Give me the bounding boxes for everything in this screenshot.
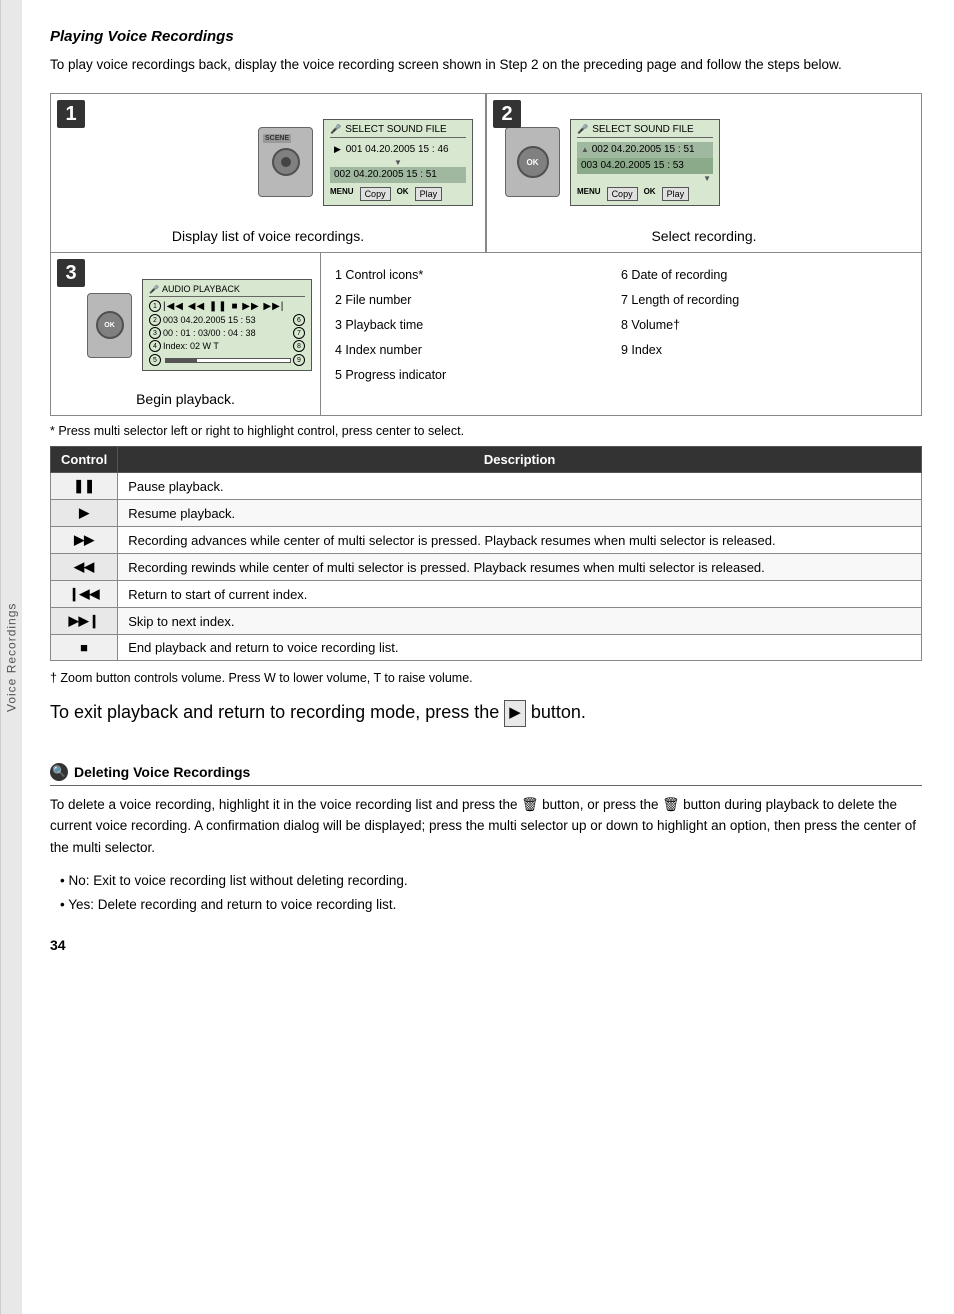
table-desc-7: End playback and return to voice recordi… xyxy=(118,635,922,661)
table-control-4: ◀◀ xyxy=(51,554,118,581)
step-2-number: 2 xyxy=(493,100,521,128)
marker-5: 5 xyxy=(149,354,161,366)
step-2-box: 2 OK 🎤 SELECT SOUND FI xyxy=(486,93,922,253)
zoom-note: † Zoom button controls volume. Press W t… xyxy=(50,671,922,685)
delete-body: To delete a voice recording, highlight i… xyxy=(50,794,922,859)
step3-item-7: 7 Length of recording xyxy=(621,288,907,313)
table-row: ▶ Resume playback. xyxy=(51,500,922,527)
marker-8: 8 xyxy=(293,340,305,352)
step1-lcd-buttons: MENU Copy OK Play xyxy=(330,187,466,201)
table-row: ■ End playback and return to voice recor… xyxy=(51,635,922,661)
table-row: ❙◀◀ Return to start of current index. xyxy=(51,581,922,608)
step-3-box: 3 OK 🎤 AUDIO PLAYBACK xyxy=(51,253,321,415)
table-control-7: ■ xyxy=(51,635,118,661)
step2-lcd-buttons: MENU Copy OK Play xyxy=(577,187,713,201)
table-control-6: ▶▶❙ xyxy=(51,608,118,635)
step1-lcd-row2: 002 04.20.2005 15 : 51 xyxy=(330,167,466,183)
step2-lcd-title: 🎤 SELECT SOUND FILE xyxy=(577,124,713,138)
step1-lcd: 🎤 SELECT SOUND FILE ▶ 001 04.20.2005 15 … xyxy=(323,119,473,206)
table-control-1: ❚❚ xyxy=(51,473,118,500)
delete-icon: 🔍 xyxy=(50,763,68,781)
section-title: Playing Voice Recordings xyxy=(50,28,922,45)
step3-item-1: 1 Control icons* xyxy=(335,263,621,288)
table-row: ◀◀ Recording rewinds while center of mul… xyxy=(51,554,922,581)
table-desc-4: Recording rewinds while center of multi … xyxy=(118,554,922,581)
exit-button-inline: ▶ xyxy=(504,700,526,727)
exit-text: To exit playback and return to recording… xyxy=(50,699,922,727)
table-desc-1: Pause playback. xyxy=(118,473,922,500)
step1-lcd-row1: ▶ 001 04.20.2005 15 : 46 xyxy=(330,142,466,158)
marker-7: 7 xyxy=(293,327,305,339)
step3-item-2: 2 File number xyxy=(335,288,621,313)
step3-audio-screen: 🎤 AUDIO PLAYBACK 1 |◀◀ ◀◀ ❚❚ ■ ▶▶ ▶▶| 2 … xyxy=(142,279,312,371)
table-header-description: Description xyxy=(118,447,922,473)
table-header-control: Control xyxy=(51,447,118,473)
step2-lcd: 🎤 SELECT SOUND FILE ▲ 002 04.20.2005 15 … xyxy=(570,119,720,206)
footnote: * Press multi selector left or right to … xyxy=(50,424,922,438)
step1-caption: Display list of voice recordings. xyxy=(59,228,477,244)
step1-lcd-title: 🎤 SELECT SOUND FILE xyxy=(330,124,466,138)
step3-caption: Begin playback. xyxy=(59,391,312,407)
table-desc-2: Resume playback. xyxy=(118,500,922,527)
delete-section: 🔍 Deleting Voice Recordings To delete a … xyxy=(50,763,922,917)
marker-1: 1 xyxy=(149,300,161,312)
table-desc-6: Skip to next index. xyxy=(118,608,922,635)
step3-item-5: 5 Progress indicator xyxy=(335,363,621,388)
marker-3: 3 xyxy=(149,327,161,339)
marker-9: 9 xyxy=(293,354,305,366)
table-control-5: ❙◀◀ xyxy=(51,581,118,608)
step3-item-9: 9 Index xyxy=(621,338,907,363)
step-1-number: 1 xyxy=(57,100,85,128)
table-desc-5: Return to start of current index. xyxy=(118,581,922,608)
table-row: ▶▶❙ Skip to next index. xyxy=(51,608,922,635)
delete-list: • No: Exit to voice recording list witho… xyxy=(60,869,922,918)
step2-caption: Select recording. xyxy=(495,228,913,244)
intro-text: To play voice recordings back, display t… xyxy=(50,55,922,75)
side-label: Voice Recordings xyxy=(0,0,22,1314)
table-control-2: ▶ xyxy=(51,500,118,527)
delete-item-yes: • Yes: Delete recording and return to vo… xyxy=(60,893,922,917)
table-desc-3: Recording advances while center of multi… xyxy=(118,527,922,554)
delete-item-no: • No: Exit to voice recording list witho… xyxy=(60,869,922,893)
step-1-box: 1 SCENE 🎤 xyxy=(50,93,486,253)
marker-6: 6 xyxy=(293,314,305,326)
steps-1-2: 1 SCENE 🎤 xyxy=(50,93,922,253)
step3-item-6: 6 Date of recording xyxy=(621,263,907,288)
delete-section-title: 🔍 Deleting Voice Recordings xyxy=(50,763,922,786)
step2-lcd-row2: 003 04.20.2005 15 : 53 xyxy=(577,158,713,174)
table-control-3: ▶▶ xyxy=(51,527,118,554)
page-number: 34 xyxy=(50,937,922,953)
step3-item-3: 3 Playback time xyxy=(335,313,621,338)
step3-item-8: 8 Volume† xyxy=(621,313,907,338)
step3-items: 1 Control icons* 2 File number 3 Playbac… xyxy=(321,253,921,415)
table-row: ❚❚ Pause playback. xyxy=(51,473,922,500)
marker-4: 4 xyxy=(149,340,161,352)
marker-2: 2 xyxy=(149,314,161,326)
table-row: ▶▶ Recording advances while center of mu… xyxy=(51,527,922,554)
step-3-number: 3 xyxy=(57,259,85,287)
audio-title: 🎤 AUDIO PLAYBACK xyxy=(149,284,305,297)
control-table: Control Description ❚❚ Pause playback. ▶… xyxy=(50,446,922,661)
step2-lcd-row1: ▲ 002 04.20.2005 15 : 51 xyxy=(577,142,713,158)
step3-item-4: 4 Index number xyxy=(335,338,621,363)
